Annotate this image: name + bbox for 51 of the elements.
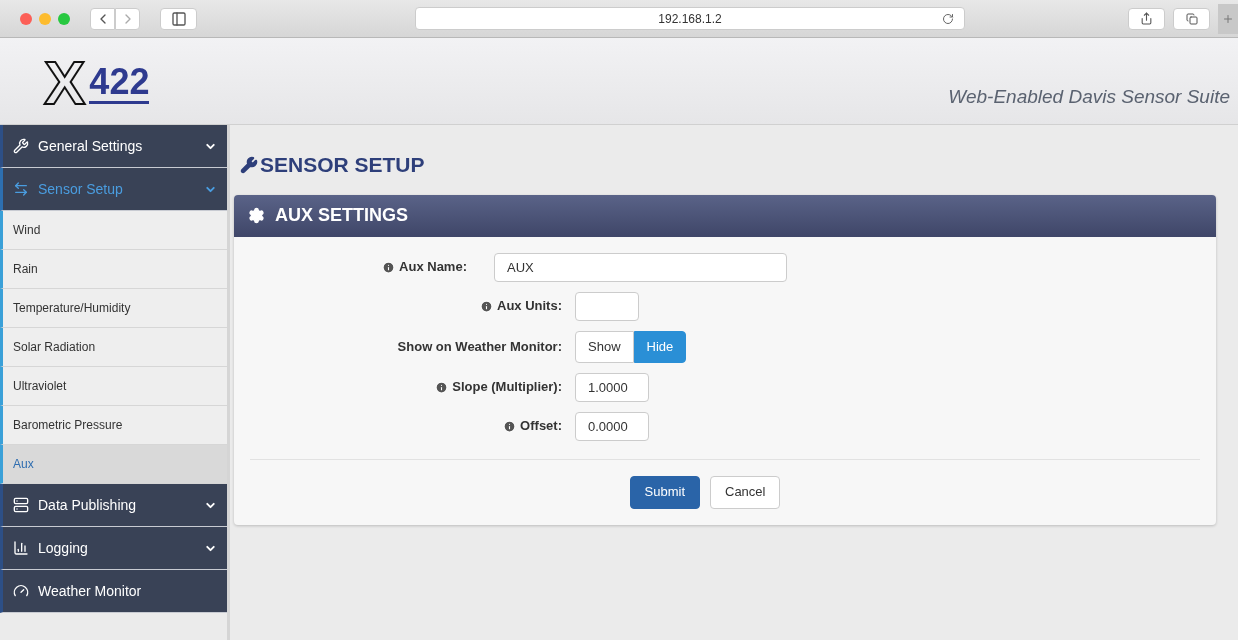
back-button[interactable] [90, 7, 115, 30]
plus-icon [1222, 12, 1234, 25]
sidebar-icon [170, 10, 187, 27]
minimize-window-icon[interactable] [39, 12, 51, 25]
forward-button[interactable] [115, 7, 140, 30]
sidebar-item[interactable]: Aux [0, 445, 227, 484]
reload-icon[interactable] [942, 12, 954, 25]
field-label: Aux Units: [497, 297, 562, 316]
cancel-button[interactable]: Cancel [710, 475, 781, 509]
address-bar[interactable]: 192.168.1.2 [415, 7, 965, 30]
field-label: Slope (Multiplier): [452, 378, 562, 397]
bars-icon [13, 540, 29, 556]
server-icon [13, 497, 29, 513]
tabs-icon [1185, 12, 1198, 25]
page-title: SENSOR SETUP [260, 152, 425, 178]
arrows-icon [13, 181, 29, 197]
sidebar-group[interactable]: General Settings [0, 125, 227, 168]
sidebar-item[interactable]: Rain [0, 250, 227, 289]
logo-number: 422 [89, 64, 150, 104]
gauge-icon [13, 583, 29, 599]
sidebar-group[interactable]: Weather Monitor [0, 570, 227, 613]
toggle-option[interactable]: Show [575, 330, 634, 363]
sidebar-group[interactable]: Data Publishing [0, 484, 227, 527]
logo-letter: X [42, 52, 88, 114]
sidebar-group[interactable]: Logging [0, 527, 227, 570]
sidebar-item[interactable]: Ultraviolet [0, 367, 227, 406]
panel-title: AUX SETTINGS [275, 204, 408, 227]
sidebar-item[interactable]: Wind [0, 211, 227, 250]
submit-button[interactable]: Submit [629, 475, 700, 509]
tabs-button[interactable] [1173, 7, 1210, 30]
text-field[interactable]: AUX [494, 252, 787, 282]
tagline: Web-Enabled Davis Sensor Suite [948, 84, 1230, 109]
field-label: Show on Weather Monitor: [397, 337, 562, 356]
field-label: Aux Name: [399, 258, 467, 277]
text-field[interactable] [575, 291, 639, 321]
wrench-icon [240, 155, 258, 174]
text-field[interactable]: 0.0000 [575, 411, 649, 441]
new-tab-button[interactable] [1218, 3, 1238, 34]
gear-icon [248, 207, 265, 224]
sidebar-button[interactable] [160, 7, 197, 30]
sidebar-item[interactable]: Solar Radiation [0, 328, 227, 367]
wrench-icon [13, 138, 29, 154]
text-field[interactable]: 1.0000 [575, 372, 649, 402]
toggle-option[interactable]: Hide [633, 330, 687, 363]
sidebar-item[interactable]: Temperature/Humidity [0, 289, 227, 328]
maximize-window-icon[interactable] [58, 12, 70, 25]
sidebar-item[interactable]: Barometric Pressure [0, 406, 227, 445]
share-button[interactable] [1128, 7, 1165, 30]
field-label: Offset: [520, 417, 562, 436]
share-icon [1140, 12, 1153, 25]
close-window-icon[interactable] [20, 12, 32, 25]
